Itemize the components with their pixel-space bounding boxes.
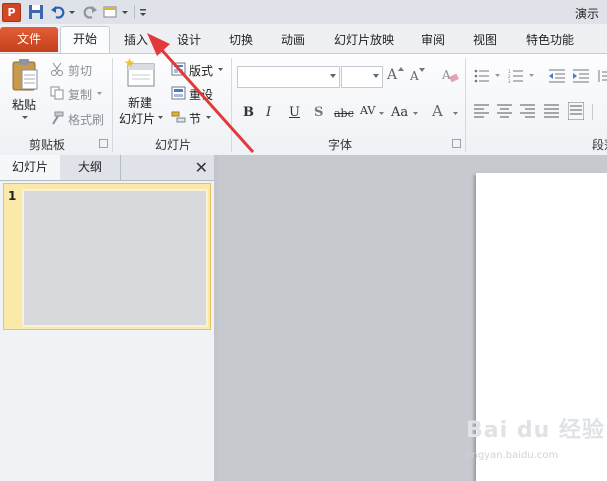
chevron-down-icon[interactable] [157,115,164,120]
chevron-down-icon[interactable] [412,111,419,116]
ribbon: 粘贴 剪切 复制 格式刷 剪贴板 新建 幻灯片 版式 重设 节 幻灯片 A A … [0,53,607,156]
watermark-url: jingyan.baidu.com [466,450,559,461]
ribbon-tab-row: 文件 开始 插入 设计 切换 动画 幻灯片放映 审阅 视图 特色功能 [0,24,607,54]
tab-home[interactable]: 开始 [60,26,110,54]
section-button[interactable]: 节 [189,110,201,127]
align-left-icon[interactable] [474,104,489,118]
watermark-text: Bai du 经验 [466,418,605,443]
clipboard-dialog-launcher[interactable] [99,139,108,148]
format-painter-icon[interactable] [50,111,64,125]
cut-button[interactable]: 剪切 [68,62,92,79]
slide-thumbnail[interactable] [22,189,208,327]
group-divider [112,58,113,152]
redo-icon[interactable] [82,4,98,20]
chevron-down-icon[interactable] [121,4,129,20]
window-title: 演示 [574,7,599,21]
caret-up-icon [398,67,404,71]
tab-special-features[interactable]: 特色功能 [518,29,582,51]
chevron-down-icon[interactable] [96,91,103,96]
paragraph-group-label: 段落 [592,138,607,152]
text-shadow-button[interactable]: S [314,105,323,120]
layout-icon[interactable] [171,62,186,76]
character-spacing-button[interactable]: AV [360,104,375,117]
bullets-icon[interactable] [474,69,490,83]
chevron-down-icon[interactable] [330,74,336,78]
copy-icon[interactable] [50,86,64,100]
grow-font-button[interactable]: A [387,67,397,83]
tab-transitions[interactable]: 切换 [222,29,260,51]
undo-icon[interactable] [50,4,66,20]
numbering-icon[interactable]: 123 [508,69,524,83]
align-center-icon[interactable] [497,104,512,118]
new-slide-label-bottom[interactable]: 幻灯片 [119,110,155,127]
font-color-button[interactable]: A [432,102,443,120]
font-group-label: 字体 [327,138,352,152]
shrink-font-button[interactable]: A [410,69,419,83]
italic-button[interactable]: I [266,105,271,120]
tab-design[interactable]: 设计 [170,29,208,51]
font-dialog-launcher[interactable] [452,139,461,148]
strikethrough-button[interactable]: abc [334,107,354,120]
cut-icon[interactable] [50,62,64,76]
title-bar: P 演示 [0,0,607,25]
caret-down-icon [419,68,425,72]
tab-outline[interactable]: 大纲 [60,155,121,180]
baidu-watermark: Bai du 经验 jingyan.baidu.com [466,412,606,472]
decrease-indent-icon[interactable] [549,69,565,83]
chevron-down-icon[interactable] [217,67,224,72]
clipboard-group-label: 剪贴板 [28,138,65,152]
tab-slides[interactable]: 幻灯片 [0,155,61,180]
customize-qat-icon[interactable] [138,4,148,20]
chevron-down-icon[interactable] [452,111,459,116]
paste-button[interactable]: 粘贴 [12,96,36,113]
chevron-down-icon[interactable] [494,73,501,78]
new-slide-qat-icon[interactable] [102,4,118,20]
powerpoint-logo-icon[interactable]: P [2,3,21,22]
underline-button[interactable]: U [289,105,300,120]
bold-button[interactable]: B [243,105,254,120]
svg-text:3: 3 [508,79,511,83]
increase-indent-icon[interactable] [573,69,589,83]
tab-review[interactable]: 审阅 [414,29,452,51]
new-slide-icon[interactable] [124,58,156,88]
font-size-combo[interactable] [341,66,383,88]
clear-formatting-icon[interactable]: A [441,66,459,84]
change-case-button[interactable]: Aa [391,105,408,120]
qat-divider [134,5,135,19]
reset-button[interactable]: 重设 [189,86,213,103]
paste-icon[interactable] [10,58,40,92]
font-name-combo[interactable] [237,66,340,88]
save-icon[interactable] [28,4,44,20]
tab-insert[interactable]: 插入 [116,29,156,51]
format-painter-button[interactable]: 格式刷 [68,111,104,128]
chevron-down-icon[interactable] [21,115,29,121]
group-divider [231,58,232,152]
align-right-icon[interactable] [520,104,535,118]
slides-group-label: 幻灯片 [154,138,191,152]
justify-icon[interactable] [544,104,559,118]
group-divider [592,104,593,120]
tab-slideshow[interactable]: 幻灯片放映 [328,29,400,51]
reset-icon[interactable] [171,86,186,100]
close-icon[interactable]: ✕ [195,158,208,177]
slide-number: 1 [8,189,17,203]
chevron-down-icon[interactable] [378,111,385,116]
distributed-align-icon[interactable] [568,102,584,120]
new-slide-label-top[interactable]: 新建 [128,94,152,111]
tab-animations[interactable]: 动画 [274,29,312,51]
group-divider [465,58,466,152]
layout-button[interactable]: 版式 [189,62,213,79]
slides-pane-tabs: 幻灯片 大纲 ✕ [0,155,214,181]
svg-text:A: A [441,68,451,82]
section-icon[interactable] [171,110,186,124]
chevron-down-icon[interactable] [373,74,379,78]
chevron-down-icon[interactable] [68,4,76,20]
slides-pane: 幻灯片 大纲 ✕ 1 [0,155,215,481]
chevron-down-icon[interactable] [205,115,212,120]
copy-button[interactable]: 复制 [68,86,92,103]
tab-view[interactable]: 视图 [466,29,504,51]
line-spacing-icon[interactable] [597,69,607,83]
chevron-down-icon[interactable] [528,73,535,78]
tab-file[interactable]: 文件 [0,27,58,52]
